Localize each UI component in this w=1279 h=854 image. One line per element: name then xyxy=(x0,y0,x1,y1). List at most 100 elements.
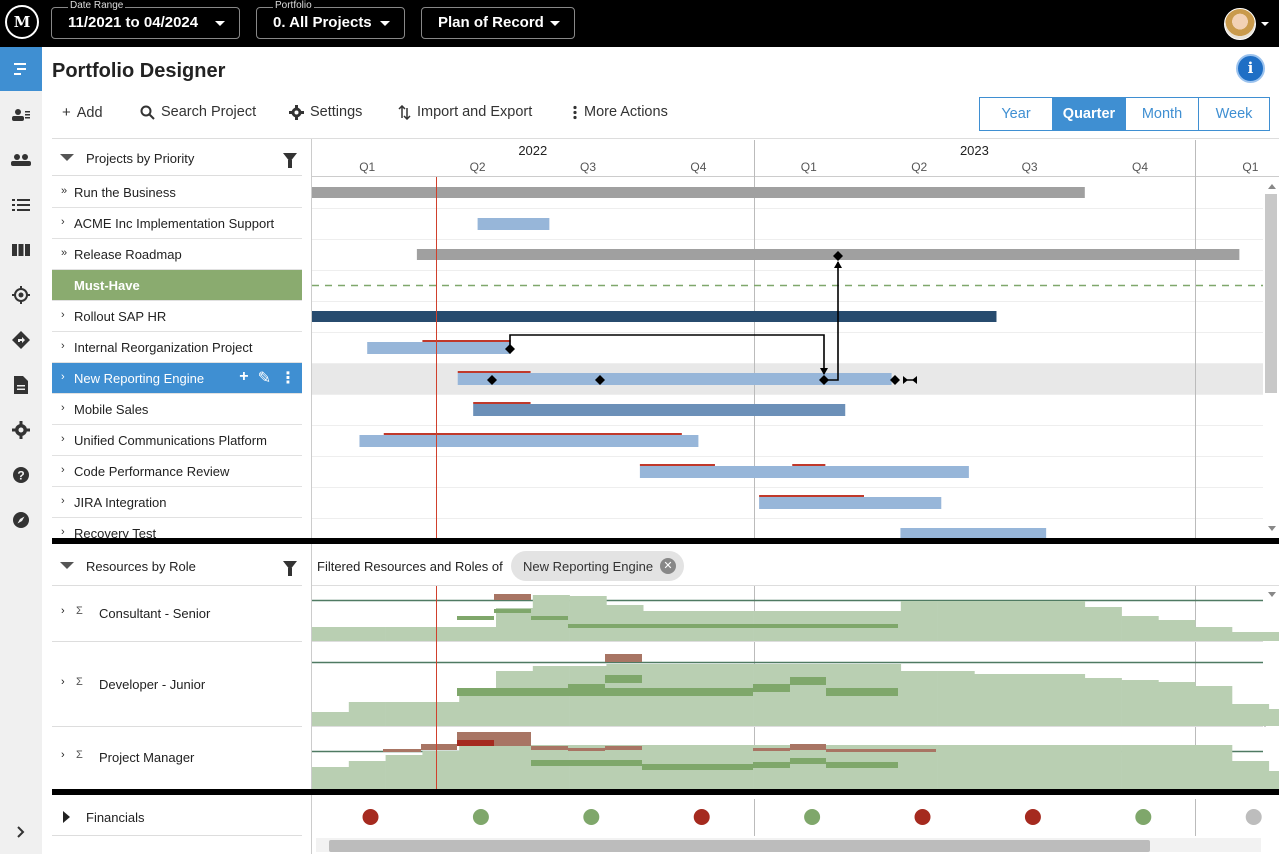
project-bar[interactable] xyxy=(359,435,699,447)
quarter-label: Q2 xyxy=(470,160,486,174)
resource-histogram-bar xyxy=(1011,674,1049,726)
resource-row[interactable]: › Σ Developer - Junior xyxy=(52,642,302,727)
assignment-band xyxy=(642,764,753,770)
financial-status-dot[interactable] xyxy=(362,809,379,825)
overallocation-band xyxy=(568,748,605,751)
scroll-down-icon[interactable] xyxy=(1268,592,1276,597)
resource-histogram-bar xyxy=(1084,745,1122,789)
resource-histogram-bar xyxy=(753,664,791,726)
close-icon[interactable]: ✕ xyxy=(660,558,676,574)
resource-histogram-bar xyxy=(312,627,350,641)
filter-icon[interactable] xyxy=(283,561,297,576)
filter-chip[interactable]: New Reporting Engine ✕ xyxy=(511,551,684,581)
financials-row[interactable]: Financials xyxy=(52,799,302,836)
resource-histogram-bar xyxy=(1268,632,1279,641)
overallocation-band xyxy=(790,744,826,750)
scroll-down-icon[interactable] xyxy=(1268,526,1276,531)
resource-row[interactable]: › Σ Consultant - Senior xyxy=(52,586,302,642)
pane-splitter[interactable] xyxy=(52,789,1279,795)
quarter-label: Q4 xyxy=(1132,160,1148,174)
project-bar[interactable] xyxy=(473,404,846,416)
financial-status-dot[interactable] xyxy=(914,809,931,825)
resource-histogram-bar xyxy=(496,745,534,789)
assignment-band xyxy=(457,616,494,620)
resource-histogram-bar xyxy=(385,755,423,789)
resource-histogram-bar xyxy=(1121,616,1159,641)
overallocation-band xyxy=(383,749,421,752)
collapse-icon[interactable] xyxy=(60,562,74,569)
resource-label: Consultant - Senior xyxy=(99,606,211,621)
pane-splitter[interactable] xyxy=(52,538,1279,544)
project-bar[interactable] xyxy=(416,249,1240,260)
vertical-scrollbar-thumb[interactable] xyxy=(1265,194,1277,393)
resource-histogram-bar xyxy=(1158,682,1196,726)
resource-histogram-bar xyxy=(1011,745,1049,789)
financial-status-dot[interactable] xyxy=(583,809,600,825)
financials-label: Financials xyxy=(86,810,145,825)
expand-icon[interactable]: › xyxy=(61,605,65,617)
scrollbar-thumb[interactable] xyxy=(329,840,1150,852)
resource-histogram-bar xyxy=(1195,627,1233,641)
filtered-resources-label: Filtered Resources and Roles of xyxy=(317,559,503,574)
project-bar[interactable] xyxy=(639,466,969,478)
overallocation-band xyxy=(494,594,531,600)
resource-histogram-bar xyxy=(312,712,350,726)
resource-histogram-bar xyxy=(1195,745,1233,789)
project-bar[interactable] xyxy=(367,342,511,354)
arrow-head xyxy=(834,261,842,268)
resource-histogram-bar xyxy=(1084,607,1122,641)
overallocation-band xyxy=(421,744,457,750)
resource-histogram-bar xyxy=(569,596,607,641)
quarter-label: Q1 xyxy=(801,160,817,174)
resource-histogram-bar xyxy=(1232,632,1270,641)
overallocation-band xyxy=(605,654,642,662)
expand-icon[interactable]: › xyxy=(61,676,65,688)
assignment-band xyxy=(568,624,898,628)
resource-histogram-bar xyxy=(348,627,386,641)
resource-histogram-bar xyxy=(422,751,460,789)
overallocation-band xyxy=(826,749,936,752)
resource-histogram-bar xyxy=(459,627,497,641)
resource-histogram-bar xyxy=(937,745,975,789)
resource-histogram-bar xyxy=(1158,745,1196,789)
assignment-band xyxy=(531,616,568,620)
resource-histogram-bar xyxy=(569,745,607,789)
resource-histogram-bar xyxy=(974,674,1012,726)
resource-histogram-bar xyxy=(974,601,1012,641)
expand-icon[interactable] xyxy=(63,811,70,823)
expand-icon[interactable]: › xyxy=(61,749,65,761)
project-bar[interactable] xyxy=(759,497,942,509)
resource-histogram-bar xyxy=(790,745,828,789)
resource-histogram-bar xyxy=(348,702,386,726)
resource-histogram-bar xyxy=(312,767,350,789)
assignment-band xyxy=(753,684,790,692)
overallocation-band xyxy=(605,746,642,750)
assignment-band xyxy=(494,609,531,613)
resource-histogram-bar xyxy=(1268,709,1279,726)
financial-status-dot[interactable] xyxy=(472,809,489,825)
scroll-up-icon[interactable] xyxy=(1268,184,1276,189)
project-bar[interactable] xyxy=(312,187,1085,198)
resources-header: Resources by Role xyxy=(52,549,302,586)
resource-histogram-bar xyxy=(496,671,534,726)
financial-status-dot[interactable] xyxy=(1245,809,1262,825)
financial-status-dot[interactable] xyxy=(804,809,821,825)
financial-status-dot[interactable] xyxy=(693,809,710,825)
quarter-label: Q1 xyxy=(359,160,375,174)
financial-status-dot[interactable] xyxy=(1024,809,1041,825)
project-bar[interactable] xyxy=(477,218,550,230)
resource-histogram-bar xyxy=(1268,771,1279,789)
resource-row[interactable]: › Σ Project Manager xyxy=(52,727,302,789)
project-bar[interactable] xyxy=(312,311,997,322)
assignment-band xyxy=(790,677,826,685)
resource-histogram-bar xyxy=(385,702,423,726)
baseline-overrun xyxy=(759,495,864,497)
resource-histogram-bar xyxy=(1048,745,1086,789)
resources-header-label: Resources by Role xyxy=(86,559,196,574)
resource-histogram-bar xyxy=(1011,601,1049,641)
financial-status-dot[interactable] xyxy=(1135,809,1152,825)
baseline-overrun xyxy=(383,433,682,435)
quarter-label: Q3 xyxy=(1022,160,1038,174)
critical-overallocation xyxy=(457,740,494,746)
baseline-overrun xyxy=(473,402,531,404)
